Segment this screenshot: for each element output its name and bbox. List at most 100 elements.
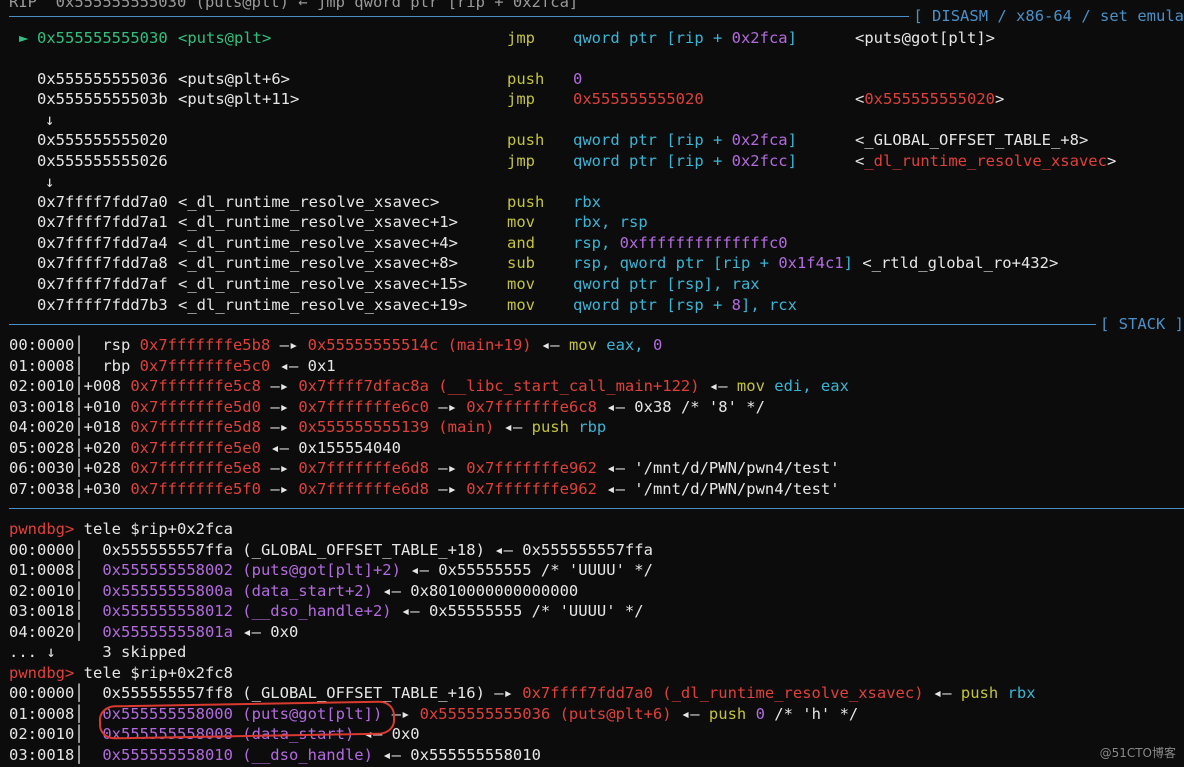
- instruction-comment: <_dl_runtime_resolve_xsavec>: [855, 151, 1116, 171]
- operand-part: qword ptr [rip +: [573, 131, 732, 149]
- instruction-mnemonic: sub: [507, 254, 535, 272]
- text-segment: 07:0038│+030: [9, 479, 131, 498]
- instruction-mnemonic: mov: [507, 296, 535, 314]
- text-segment: rbp: [568, 418, 607, 436]
- text-segment: 0x7fffffffe962: [466, 479, 597, 498]
- text-segment: 02:0010│+008: [9, 377, 131, 395]
- console-line: 00:0000│ 0x555555557ffa (_GLOBAL_OFFSET_…: [9, 540, 653, 560]
- text-segment: —▸: [260, 479, 299, 498]
- text-segment: —▸: [260, 397, 299, 416]
- text-segment: 04:0020│: [9, 622, 103, 641]
- instruction-address: 0x55555555503b: [37, 90, 168, 108]
- instruction-mnemonic: push: [507, 193, 545, 211]
- text-segment: 01:0008│: [9, 561, 103, 579]
- text-segment: 0x7fffffffe5d0: [130, 397, 261, 416]
- operand-part: qword ptr [rsp], rax: [573, 275, 760, 293]
- text-segment: mov: [736, 377, 765, 395]
- disasm-line: 0x555555555036 <puts@plt+6> push 0: [9, 69, 1184, 89]
- comment-part: 0x555555555020: [864, 90, 995, 108]
- text-segment: ◂— '/mnt/d/PWN/pwn4/test': [596, 479, 840, 498]
- jump-arrow-icon: ↓: [45, 111, 55, 129]
- text-segment: 0x7fffffffe6d8: [298, 479, 429, 498]
- text-segment: —▸: [428, 459, 467, 477]
- operand-part: 0x2fca: [731, 131, 788, 149]
- disasm-line: 0x555555555020 push qword ptr [rip + 0x2fc…: [9, 130, 1184, 150]
- instruction-address: 0x7ffff7fdd7a8: [37, 254, 168, 272]
- stack-separator: [ STACK ]: [9, 314, 1184, 334]
- stack-row: 06:0030│+028 0x7fffffffe5e8 —▸ 0x7ffffff…: [9, 458, 840, 478]
- disasm-line: ► 0x555555555030 <puts@plt> jmp qword ptr [r…: [9, 28, 1184, 48]
- operand-part: 0: [573, 70, 583, 88]
- stack-row: 01:0008│ rbp 0x7fffffffe5c0 ◂— 0x1: [9, 356, 336, 376]
- operand-part: rbx: [573, 193, 601, 211]
- text-segment: 01:0008│: [9, 704, 103, 723]
- red-annotation-circle: [98, 700, 396, 740]
- instruction-operands: rbx: [573, 192, 601, 212]
- instruction-comment: <_GLOBAL_OFFSET_TABLE_+8>: [855, 130, 1088, 150]
- text-segment: 0x7fffffffe5c8: [130, 377, 261, 395]
- instruction-address: 0x7ffff7fdd7b3: [37, 296, 168, 314]
- instruction-mnemonic: and: [507, 234, 535, 252]
- console-line: 02:0010│ 0x55555555800a (data_start+2) ◂…: [9, 581, 578, 601]
- text-segment: 0x7fffffffe6d8: [298, 459, 429, 477]
- text-segment: ◂— 0x55555555 /* 'UUUU' */: [400, 561, 653, 579]
- pwndbg-prompt: pwndbg>: [9, 520, 75, 538]
- instruction-operands: qword ptr [rip + 0x2fca]: [573, 28, 797, 48]
- text-segment: 0x55555555801a: [102, 622, 233, 641]
- operand-part: 0x2fca: [731, 29, 788, 47]
- console-line: 00:0000│ 0x555555557ff8 (_GLOBAL_OFFSET_…: [9, 683, 1036, 703]
- disasm-line: 0x55555555503b <puts@plt+11> jmp 0x55555555…: [9, 89, 1184, 109]
- text-segment: 0x7fffffffe5b8: [139, 336, 271, 354]
- comment-part: >: [995, 90, 1005, 108]
- text-segment: 0x7fffffffe962: [466, 459, 597, 477]
- text-segment: —▸: [428, 397, 467, 416]
- text-segment: —▸: [260, 377, 299, 395]
- text-segment: ◂— 0x55555555 /* 'UUUU' */: [391, 602, 644, 620]
- instruction-address: 0x7ffff7fdd7af: [37, 275, 168, 293]
- text-segment: 0: [652, 336, 663, 354]
- text-segment: ◂— 0x8010000000000000: [372, 581, 579, 600]
- pwndbg-prompt: pwndbg>: [9, 663, 75, 682]
- operand-part: rsp, qword ptr [rip +: [573, 254, 779, 272]
- text-segment: 0x55555555514c (main+19): [307, 336, 532, 354]
- instruction-operands: rbx, rsp: [573, 212, 648, 232]
- instruction-symbol: <_dl_runtime_resolve_xsavec+8>: [178, 254, 458, 272]
- operand-part: rsp,: [573, 234, 620, 252]
- stack-row: 07:0038│+030 0x7fffffffe5f0 —▸ 0x7ffffff…: [9, 479, 840, 499]
- instruction-operands: 0: [573, 69, 582, 89]
- text-segment: 0x7fffffffe5c0: [139, 356, 271, 375]
- text-segment: 02:0010│: [9, 725, 103, 743]
- text-segment: ◂— 0x555555558010: [372, 745, 541, 764]
- text-segment: 00:0000│: [9, 540, 103, 559]
- disasm-line: 0x7ffff7fdd7b3 <_dl_runtime_resolve_xsave…: [9, 295, 1184, 315]
- comment-part: _dl_runtime_resolve_xsavec: [864, 152, 1107, 170]
- text-segment: ◂— 0x0: [232, 622, 299, 641]
- instruction-symbol: <_dl_runtime_resolve_xsavec+15>: [178, 275, 468, 293]
- instruction-mnemonic: push: [507, 70, 545, 88]
- operand-part: ]: [787, 29, 797, 47]
- text-segment: 0x555555557ffa (_GLOBAL_OFFSET_TABLE_+18…: [102, 540, 653, 559]
- text-segment: ◂—: [671, 704, 709, 723]
- text-segment: 0x7ffff7fdd7a0 (_dl_runtime_resolve_xsav…: [522, 684, 924, 702]
- instruction-address: 0x555555555030: [37, 29, 168, 47]
- instruction-address: 0x555555555036: [37, 70, 168, 88]
- instruction-operands: qword ptr [rip + 0x2fca]: [573, 130, 797, 150]
- text-segment: 03:0018│+010: [9, 397, 131, 416]
- text-segment: 03:0018│: [9, 745, 103, 764]
- bottom-separator: [9, 498, 1184, 518]
- operand-part: 0x2fcc: [731, 152, 788, 170]
- text-segment: —▸: [428, 479, 467, 498]
- operand-part: rbx, rsp: [573, 213, 648, 231]
- text-segment: 0x555555558010 (__dso_handle): [102, 745, 373, 764]
- operand-part: qword ptr [rip +: [573, 152, 732, 170]
- text-segment: 04:0020│+018: [9, 418, 131, 436]
- disasm-separator: [ DISASM / x86-64 / set emula: [9, 6, 1184, 26]
- disasm-line: 0x7ffff7fdd7a0 <_dl_runtime_resolve_xsave…: [9, 192, 1184, 212]
- text-segment: 0x7fffffffe6c0: [298, 397, 429, 416]
- text-segment: 0x7fffffffe5e0: [130, 438, 261, 457]
- text-segment: 00:0000│: [9, 684, 103, 702]
- operand-part: qword ptr [rsp +: [573, 296, 732, 314]
- text-segment: ◂—: [923, 684, 961, 702]
- instruction-address: 0x555555555026: [37, 152, 168, 170]
- instruction-operands: rsp, 0xffffffffffffffc0: [573, 233, 788, 253]
